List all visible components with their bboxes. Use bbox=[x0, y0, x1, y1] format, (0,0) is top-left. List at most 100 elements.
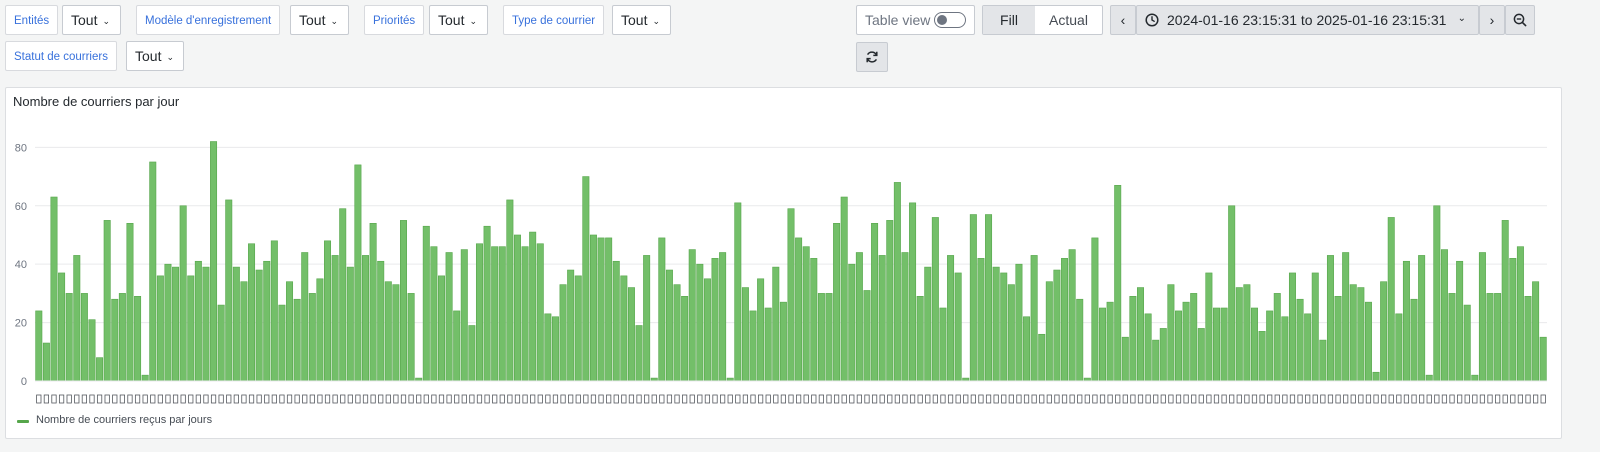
bar[interactable] bbox=[1364, 301, 1372, 382]
bar[interactable] bbox=[430, 246, 438, 382]
bar[interactable] bbox=[1349, 284, 1357, 382]
bar[interactable] bbox=[149, 161, 157, 382]
bar[interactable] bbox=[787, 208, 795, 382]
bar[interactable] bbox=[567, 269, 575, 382]
bar[interactable] bbox=[1205, 272, 1213, 382]
bar[interactable] bbox=[1433, 205, 1441, 382]
bar[interactable] bbox=[1266, 310, 1274, 382]
bar[interactable] bbox=[589, 234, 597, 382]
bar[interactable] bbox=[1425, 374, 1433, 382]
bar[interactable] bbox=[126, 223, 134, 382]
bar[interactable] bbox=[407, 293, 415, 382]
bar[interactable] bbox=[848, 263, 856, 382]
bar[interactable] bbox=[1357, 287, 1365, 382]
bar[interactable] bbox=[103, 220, 111, 382]
bar[interactable] bbox=[719, 252, 727, 382]
bar[interactable] bbox=[286, 281, 294, 382]
bar[interactable] bbox=[118, 293, 126, 382]
bar[interactable] bbox=[810, 258, 818, 382]
bar[interactable] bbox=[863, 290, 871, 382]
bar[interactable] bbox=[354, 164, 362, 382]
bar[interactable] bbox=[437, 275, 445, 382]
bar[interactable] bbox=[1395, 313, 1403, 382]
bar[interactable] bbox=[506, 199, 514, 382]
bar[interactable] bbox=[1296, 298, 1304, 382]
bar[interactable] bbox=[1129, 296, 1137, 382]
bar[interactable] bbox=[779, 301, 787, 382]
bar[interactable] bbox=[939, 307, 947, 382]
bar[interactable] bbox=[400, 220, 407, 382]
bar[interactable] bbox=[893, 182, 901, 382]
bar[interactable] bbox=[35, 310, 43, 382]
bar[interactable] bbox=[1380, 281, 1388, 382]
bar[interactable] bbox=[612, 260, 620, 382]
bar[interactable] bbox=[734, 202, 742, 382]
bar[interactable] bbox=[50, 196, 58, 382]
bar[interactable] bbox=[916, 296, 924, 382]
bar[interactable] bbox=[513, 234, 521, 382]
bar[interactable] bbox=[194, 260, 202, 382]
bar[interactable] bbox=[293, 298, 301, 382]
bar[interactable] bbox=[1091, 237, 1099, 382]
bar[interactable] bbox=[658, 237, 666, 382]
bar[interactable] bbox=[270, 240, 278, 382]
bar[interactable] bbox=[187, 275, 195, 382]
bar[interactable] bbox=[422, 225, 430, 382]
bar[interactable] bbox=[1250, 307, 1258, 382]
bar[interactable] bbox=[1038, 333, 1046, 382]
bar[interactable] bbox=[217, 304, 225, 382]
bar[interactable] bbox=[1501, 220, 1509, 382]
bar[interactable] bbox=[1372, 371, 1380, 382]
bar[interactable] bbox=[392, 284, 400, 382]
bar[interactable] bbox=[1273, 293, 1281, 382]
bar[interactable] bbox=[1213, 307, 1220, 382]
bar[interactable] bbox=[855, 252, 863, 382]
bar[interactable] bbox=[1007, 284, 1015, 382]
bar[interactable] bbox=[1235, 287, 1243, 382]
bar[interactable] bbox=[696, 263, 704, 382]
bar[interactable] bbox=[460, 249, 468, 382]
bar[interactable] bbox=[1197, 328, 1205, 382]
bar[interactable] bbox=[1448, 293, 1456, 382]
bar[interactable] bbox=[947, 255, 955, 382]
bar[interactable] bbox=[384, 281, 392, 382]
bar[interactable] bbox=[210, 141, 218, 382]
bar[interactable] bbox=[80, 293, 88, 382]
bar[interactable] bbox=[1410, 298, 1418, 382]
bar[interactable] bbox=[172, 266, 180, 382]
bar[interactable] bbox=[711, 258, 719, 382]
bar[interactable] bbox=[141, 374, 149, 382]
bar[interactable] bbox=[1045, 281, 1053, 382]
bar[interactable] bbox=[475, 243, 483, 382]
bar[interactable] bbox=[1099, 307, 1107, 382]
bar[interactable] bbox=[772, 266, 780, 382]
bar[interactable] bbox=[1319, 339, 1327, 382]
bar[interactable] bbox=[491, 246, 499, 382]
bar[interactable] bbox=[339, 208, 347, 382]
bar[interactable] bbox=[1387, 217, 1395, 382]
bar[interactable] bbox=[1114, 185, 1122, 382]
bar[interactable] bbox=[544, 313, 552, 382]
bar[interactable] bbox=[605, 237, 613, 382]
bar[interactable] bbox=[240, 281, 248, 382]
bar[interactable] bbox=[1053, 269, 1061, 382]
bar[interactable] bbox=[1106, 301, 1114, 382]
bar[interactable] bbox=[232, 266, 240, 382]
bar[interactable] bbox=[164, 263, 172, 382]
bar[interactable] bbox=[878, 255, 886, 382]
bar[interactable] bbox=[620, 275, 628, 382]
bar[interactable] bbox=[362, 255, 370, 382]
bar[interactable] bbox=[931, 217, 939, 382]
bar[interactable] bbox=[688, 249, 696, 382]
bar[interactable] bbox=[886, 220, 894, 382]
bar[interactable] bbox=[825, 293, 833, 382]
bar[interactable] bbox=[498, 246, 506, 382]
bar[interactable] bbox=[749, 310, 757, 382]
bar[interactable] bbox=[1243, 284, 1251, 382]
bar[interactable] bbox=[627, 287, 635, 382]
bar[interactable] bbox=[263, 260, 271, 382]
bar[interactable] bbox=[42, 342, 50, 382]
bar[interactable] bbox=[1304, 313, 1312, 382]
bar[interactable] bbox=[225, 199, 233, 382]
bar[interactable] bbox=[643, 255, 651, 382]
